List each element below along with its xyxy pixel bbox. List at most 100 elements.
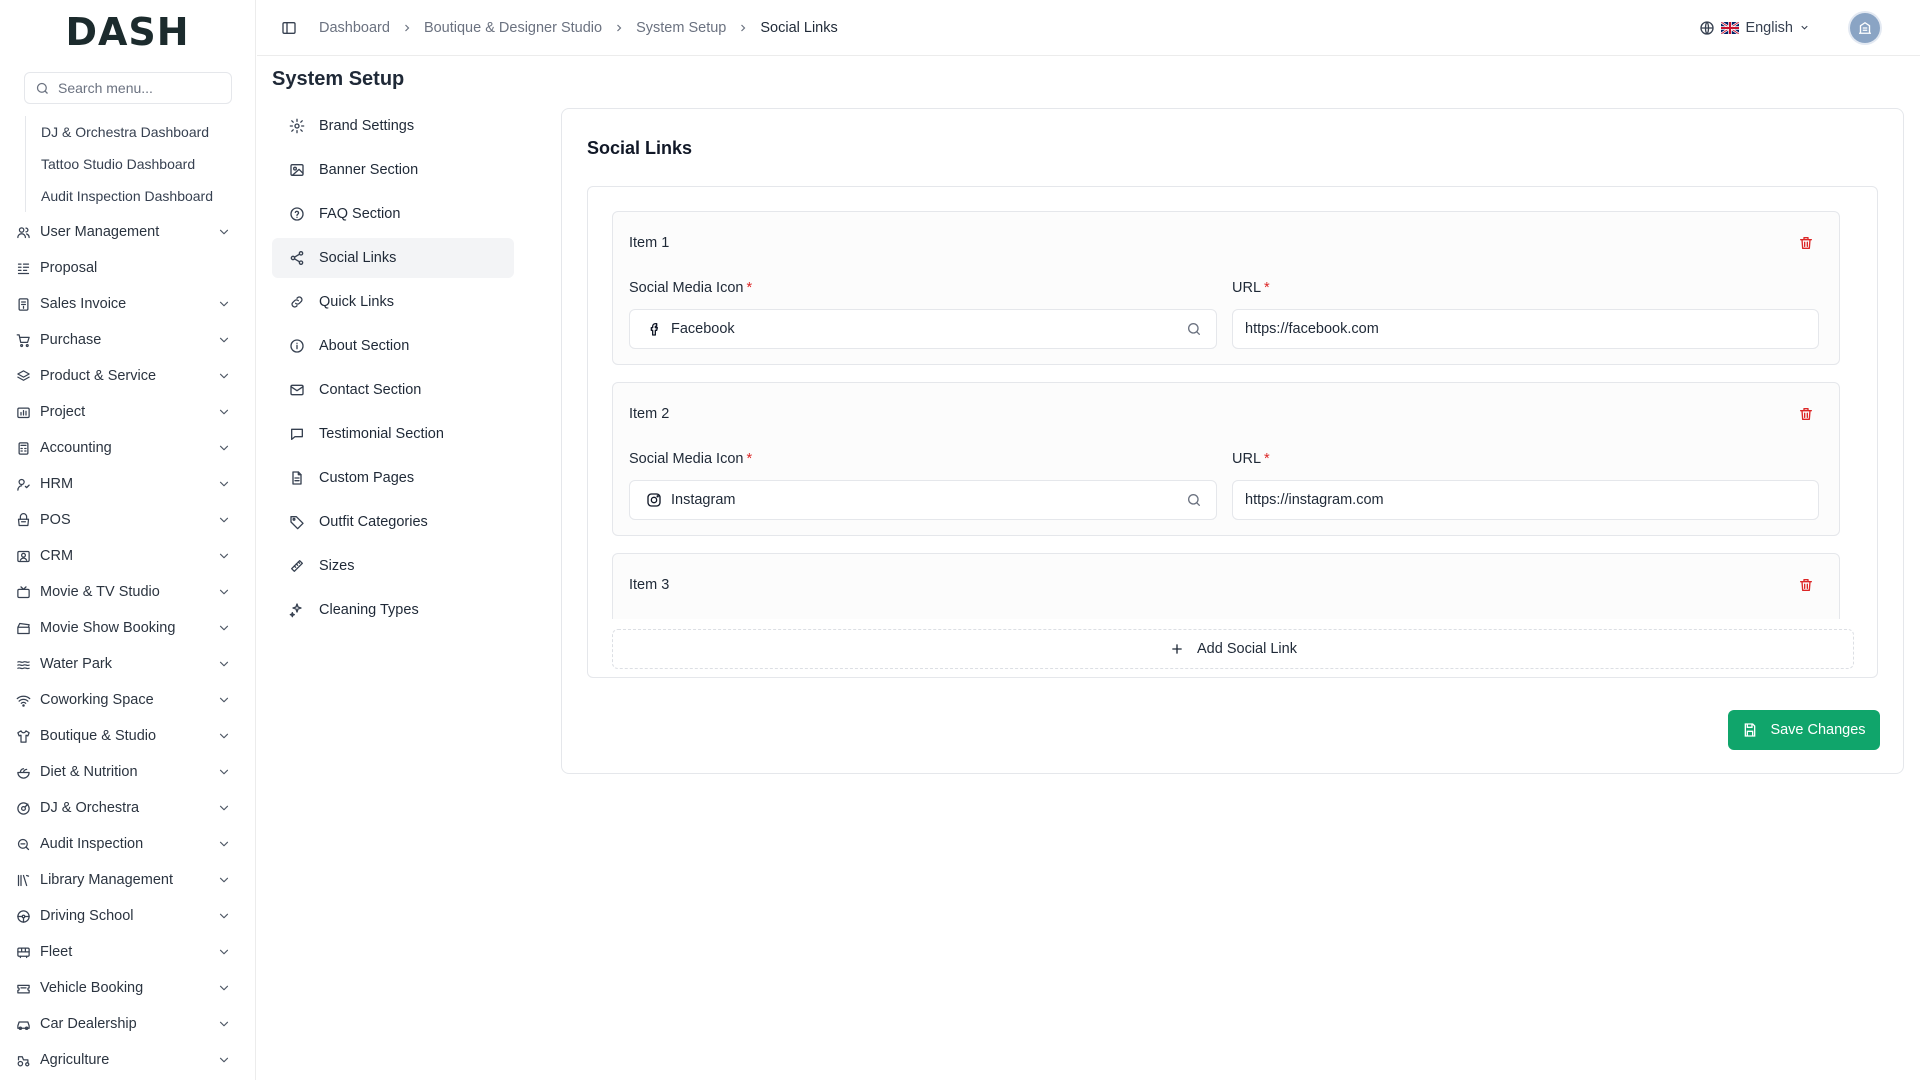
url-input[interactable] <box>1232 309 1819 349</box>
setup-nav-faq-section[interactable]: FAQ Section <box>272 194 514 234</box>
setup-nav-label: Quick Links <box>319 294 394 310</box>
setup-nav-label: Banner Section <box>319 162 419 178</box>
setup-nav-sizes[interactable]: Sizes <box>272 546 514 586</box>
logo-text: DASH <box>65 10 190 54</box>
sidebar-item-label: DJ & Orchestra <box>40 800 140 816</box>
url-label: URL * <box>1232 280 1270 296</box>
sidebar-item-product-and-service[interactable]: Product & Service <box>0 358 255 394</box>
sidebar-item-hrm[interactable]: HRM <box>0 466 255 502</box>
sidebar-item-agriculture[interactable]: Agriculture <box>0 1042 255 1078</box>
setup-nav-testimonial-section[interactable]: Testimonial Section <box>272 414 514 454</box>
delete-item-button[interactable] <box>1798 406 1814 422</box>
sidebar-item-diet-and-nutrition[interactable]: Diet & Nutrition <box>0 754 255 790</box>
sidebar-item-label: Boutique & Studio <box>40 728 157 744</box>
chevron-down-icon <box>217 909 231 923</box>
sidebar-item-label: Library Management <box>40 872 173 888</box>
header-actions: English <box>1699 12 1880 43</box>
social-links-panel: Social Links Item 1 Social Media Icon * URL… <box>561 108 1904 774</box>
breadcrumb-boutique[interactable]: Boutique & Designer Studio <box>424 20 602 36</box>
plus-icon <box>1172 644 1182 654</box>
sidebar-item-water-park[interactable]: Water Park <box>0 646 255 682</box>
avatar[interactable] <box>1850 12 1880 43</box>
sidebar-search[interactable] <box>24 72 232 104</box>
sidebar-search-input[interactable] <box>58 80 228 96</box>
chevron-down-icon <box>217 405 231 419</box>
sidebar-item-movie-show-booking[interactable]: Movie Show Booking <box>0 610 255 646</box>
setup-nav-banner-section[interactable]: Banner Section <box>272 150 514 190</box>
sidebar-item-user-management[interactable]: User Management <box>0 214 255 250</box>
sidebar-menu: User Management Proposal Sales Invoice Purc… <box>0 214 255 1078</box>
setup-nav-quick-links[interactable]: Quick Links <box>272 282 514 322</box>
sidebar-item-accounting[interactable]: Accounting <box>0 430 255 466</box>
link-icon <box>289 294 305 310</box>
social-media-icon-select[interactable]: Facebook <box>629 309 1217 349</box>
chevron-down-icon <box>217 801 231 815</box>
setup-nav-social-links[interactable]: Social Links <box>272 238 514 278</box>
save-changes-button[interactable]: Save Changes <box>1728 710 1880 750</box>
sidebar-item-coworking-space[interactable]: Coworking Space <box>0 682 255 718</box>
setup-nav-label: FAQ Section <box>319 206 401 222</box>
language-label: English <box>1745 19 1793 36</box>
language-selector[interactable]: English <box>1699 20 1810 36</box>
setup-nav-brand-settings[interactable]: Brand Settings <box>272 106 514 146</box>
submenu-item-tattoo-studio-dashboard[interactable]: Tattoo Studio Dashboard <box>26 148 231 180</box>
setup-nav-contact-section[interactable]: Contact Section <box>272 370 514 410</box>
sidebar-item-audit-inspection[interactable]: Audit Inspection <box>0 826 255 862</box>
breadcrumb-current: Social Links <box>760 19 838 36</box>
sidebar-toggle-button[interactable] <box>273 12 305 44</box>
chevron-right-icon <box>617 24 622 31</box>
sidebar-item-boutique-and-studio[interactable]: Boutique & Studio <box>0 718 255 754</box>
sidebar-item-driving-school[interactable]: Driving School <box>0 898 255 934</box>
mail-icon <box>289 382 305 398</box>
setup-nav-label: Custom Pages <box>319 470 415 486</box>
setup-nav-cleaning-types[interactable]: Cleaning Types <box>272 590 514 630</box>
chevron-down-icon <box>217 873 231 887</box>
breadcrumb-dashboard[interactable]: Dashboard <box>319 20 390 36</box>
selected-icon-name: Instagram <box>671 492 736 508</box>
item-title: Item 1 <box>629 235 670 251</box>
hrm-icon <box>16 477 31 492</box>
sidebar-item-vehicle-booking[interactable]: Vehicle Booking <box>0 970 255 1006</box>
item-title: Item 3 <box>629 577 670 593</box>
car-icon <box>16 1017 31 1032</box>
sidebar-item-crm[interactable]: CRM <box>0 538 255 574</box>
sidebar-item-dj-and-orchestra[interactable]: DJ & Orchestra <box>0 790 255 826</box>
sidebar-item-pos[interactable]: POS <box>0 502 255 538</box>
search-icon <box>35 81 50 96</box>
setup-nav-about-section[interactable]: About Section <box>272 326 514 366</box>
uk-flag-icon <box>1721 21 1740 34</box>
sidebar-item-label: Audit Inspection <box>40 836 144 852</box>
sidebar-item-project[interactable]: Project <box>0 394 255 430</box>
add-social-link-button[interactable]: Add Social Link <box>612 629 1854 669</box>
save-icon <box>1745 723 1756 737</box>
chevron-down-icon <box>217 369 231 383</box>
tractor-icon <box>16 1053 31 1068</box>
social-links-scroll-area[interactable]: Item 1Social Media Icon*URL*FacebookItem… <box>612 211 1840 619</box>
setup-nav-outfit-categories[interactable]: Outfit Categories <box>272 502 514 542</box>
sidebar-item-purchase[interactable]: Purchase <box>0 322 255 358</box>
sidebar-item-sales-invoice[interactable]: Sales Invoice <box>0 286 255 322</box>
dash-logo[interactable]: DASH <box>0 0 255 64</box>
sidebar-item-fleet[interactable]: Fleet <box>0 934 255 970</box>
url-input[interactable] <box>1232 480 1819 520</box>
chevron-down-icon <box>217 1053 231 1067</box>
sidebar-item-label: User Management <box>40 224 160 240</box>
social-links-list-container: Item 1Social Media Icon*URL*FacebookItem… <box>587 186 1878 678</box>
waves-icon <box>16 657 31 672</box>
top-header: Dashboard Boutique & Designer Studio Sys… <box>257 0 1920 56</box>
sidebar-item-car-dealership[interactable]: Car Dealership <box>0 1006 255 1042</box>
delete-item-button[interactable] <box>1798 577 1814 593</box>
facebook-icon <box>646 321 662 337</box>
sidebar-item-library-management[interactable]: Library Management <box>0 862 255 898</box>
breadcrumb-system-setup[interactable]: System Setup <box>636 20 726 36</box>
sidebar-item-movie-and-tv-studio[interactable]: Movie & TV Studio <box>0 574 255 610</box>
setup-nav-custom-pages[interactable]: Custom Pages <box>272 458 514 498</box>
sidebar-item-label: Sales Invoice <box>40 296 127 312</box>
delete-item-button[interactable] <box>1798 235 1814 251</box>
submenu-item-dj-orchestra-dashboard[interactable]: DJ & Orchestra Dashboard <box>26 116 231 148</box>
setup-nav-label: Social Links <box>319 250 397 266</box>
submenu-item-audit-inspection-dashboard[interactable]: Audit Inspection Dashboard <box>26 180 231 212</box>
sidebar-item-proposal[interactable]: Proposal <box>0 250 255 286</box>
social-media-icon-select[interactable]: Instagram <box>629 480 1217 520</box>
chevron-down-icon <box>217 693 231 707</box>
